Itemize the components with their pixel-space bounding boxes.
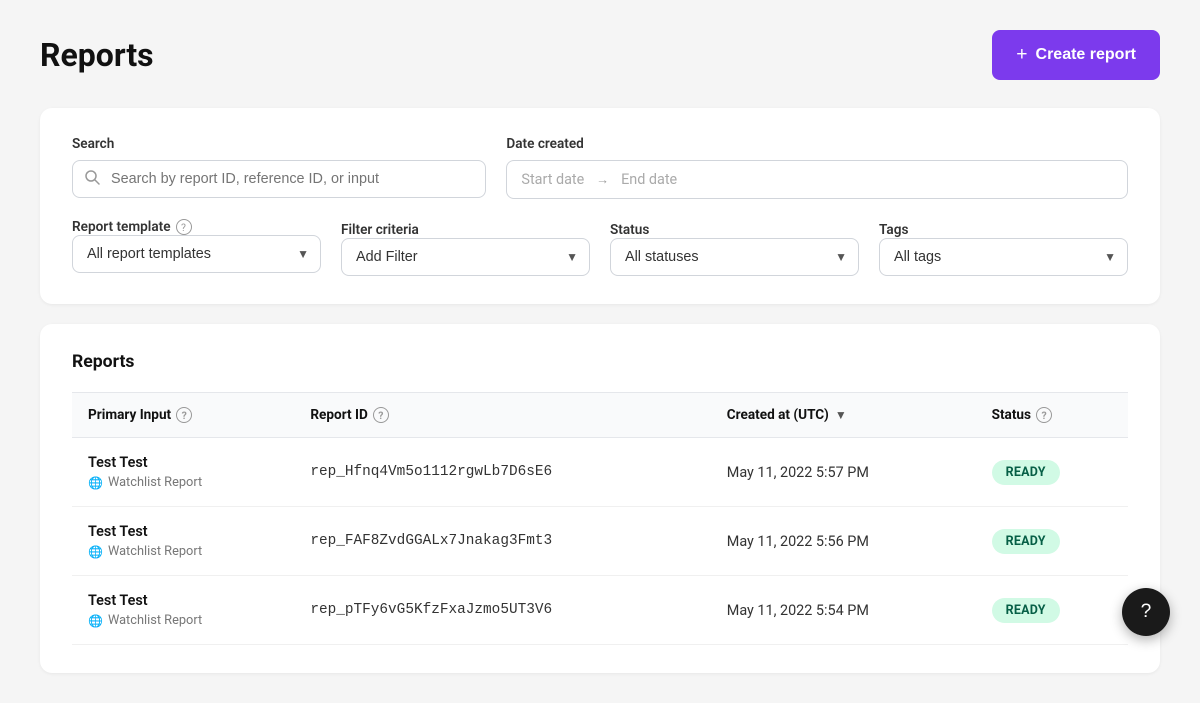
tags-select[interactable]: All tags xyxy=(879,238,1128,276)
report-type-label: Watchlist Report xyxy=(108,544,202,559)
primary-input-name: Test Test xyxy=(88,523,278,540)
report-type: 🌐 Watchlist Report xyxy=(88,613,278,628)
created-at-cell: May 11, 2022 5:57 PM xyxy=(711,438,976,507)
date-arrow-icon: → xyxy=(596,172,609,188)
status-help-icon[interactable]: ? xyxy=(1036,407,1052,423)
help-fab-button[interactable]: ? xyxy=(1122,588,1170,636)
filter-card: Search Date created Start date → xyxy=(40,108,1160,304)
col-header-report-id: Report ID ? xyxy=(294,393,710,438)
report-id-cell: rep_FAF8ZvdGGALx7Jnakag3Fmt3 xyxy=(294,507,710,576)
created-at-cell: May 11, 2022 5:54 PM xyxy=(711,576,976,645)
report-type-label: Watchlist Report xyxy=(108,613,202,628)
filter-dropdowns-row: Report template ? All report templates ▼… xyxy=(72,219,1128,276)
status-badge: READY xyxy=(992,460,1060,485)
date-end-placeholder: End date xyxy=(621,171,677,188)
search-icon xyxy=(84,169,100,189)
create-report-button[interactable]: + Create report xyxy=(992,30,1160,80)
tags-label: Tags xyxy=(879,222,908,238)
table-header-row: Primary Input ? Report ID ? Created at (… xyxy=(72,393,1128,438)
filter-criteria-group: Filter criteria Add Filter ▼ xyxy=(341,219,590,276)
criteria-select[interactable]: Add Filter xyxy=(341,238,590,276)
help-fab-label: ? xyxy=(1141,601,1152,623)
col-header-status: Status ? xyxy=(976,393,1128,438)
create-report-label: Create report xyxy=(1036,46,1136,64)
primary-input-cell: Test Test 🌐 Watchlist Report xyxy=(72,576,294,645)
primary-input-name: Test Test xyxy=(88,454,278,471)
report-id-cell: rep_Hfnq4Vm5o1112rgwLb7D6sE6 xyxy=(294,438,710,507)
globe-icon: 🌐 xyxy=(88,614,103,628)
status-badge: READY xyxy=(992,529,1060,554)
status-cell: READY xyxy=(976,438,1128,507)
status-cell: READY xyxy=(976,507,1128,576)
report-id-cell: rep_pTFy6vG5KfzFxaJzmo5UT3V6 xyxy=(294,576,710,645)
search-input[interactable] xyxy=(72,160,486,198)
page-title: Reports xyxy=(40,36,154,74)
created-at-cell: May 11, 2022 5:56 PM xyxy=(711,507,976,576)
reports-card: Reports Primary Input ? Report ID ? xyxy=(40,324,1160,673)
tags-select-wrapper: All tags ▼ xyxy=(879,238,1128,276)
col-header-created-at[interactable]: Created at (UTC) ▼ xyxy=(711,393,976,438)
status-badge: READY xyxy=(992,598,1060,623)
report-type: 🌐 Watchlist Report xyxy=(88,475,278,490)
template-label: Report template xyxy=(72,219,171,235)
primary-input-cell: Test Test 🌐 Watchlist Report xyxy=(72,438,294,507)
table-row[interactable]: Test Test 🌐 Watchlist Report rep_FAF8Zvd… xyxy=(72,507,1128,576)
col-header-primary-input: Primary Input ? xyxy=(72,393,294,438)
report-type: 🌐 Watchlist Report xyxy=(88,544,278,559)
status-select-wrapper: All statuses ▼ xyxy=(610,238,859,276)
primary-input-name: Test Test xyxy=(88,592,278,609)
search-label: Search xyxy=(72,136,486,152)
status-cell: READY xyxy=(976,576,1128,645)
search-input-wrapper xyxy=(72,160,486,198)
date-start-placeholder: Start date xyxy=(521,171,584,188)
globe-icon: 🌐 xyxy=(88,545,103,559)
globe-icon: 🌐 xyxy=(88,476,103,490)
report-type-label: Watchlist Report xyxy=(108,475,202,490)
created-at-sort-icon: ▼ xyxy=(835,408,847,422)
date-group: Date created Start date → End date xyxy=(506,136,1128,199)
table-row[interactable]: Test Test 🌐 Watchlist Report rep_pTFy6vG… xyxy=(72,576,1128,645)
date-range-wrapper[interactable]: Start date → End date xyxy=(506,160,1128,199)
search-group: Search xyxy=(72,136,486,199)
template-select-wrapper: All report templates ▼ xyxy=(72,235,321,273)
primary-input-help-icon[interactable]: ? xyxy=(176,407,192,423)
report-id-help-icon[interactable]: ? xyxy=(373,407,389,423)
status-filter-group: Status All statuses ▼ xyxy=(610,219,859,276)
reports-table: Primary Input ? Report ID ? Created at (… xyxy=(72,392,1128,645)
plus-icon: + xyxy=(1016,44,1027,66)
date-label: Date created xyxy=(506,136,1128,152)
criteria-select-wrapper: Add Filter ▼ xyxy=(341,238,590,276)
template-select[interactable]: All report templates xyxy=(72,235,321,273)
report-template-group: Report template ? All report templates ▼ xyxy=(72,219,321,276)
criteria-label: Filter criteria xyxy=(341,222,419,238)
reports-section-title: Reports xyxy=(72,352,1128,372)
tags-filter-group: Tags All tags ▼ xyxy=(879,219,1128,276)
template-help-icon[interactable]: ? xyxy=(176,219,192,235)
table-row[interactable]: Test Test 🌐 Watchlist Report rep_Hfnq4Vm… xyxy=(72,438,1128,507)
status-select[interactable]: All statuses xyxy=(610,238,859,276)
status-label: Status xyxy=(610,222,649,238)
primary-input-cell: Test Test 🌐 Watchlist Report xyxy=(72,507,294,576)
